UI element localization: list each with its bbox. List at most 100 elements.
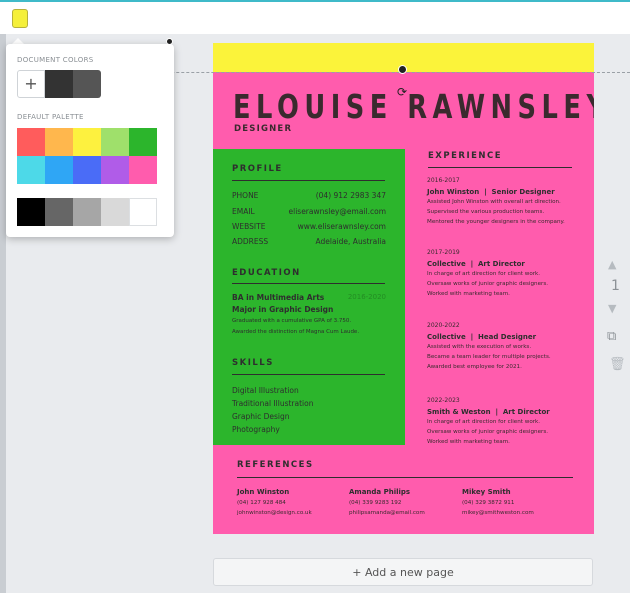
skill-item[interactable]: Photography — [232, 425, 280, 434]
reference-email[interactable]: johnwinston@design.co.uk — [237, 510, 312, 516]
experience-date[interactable]: 2016-2017 — [427, 177, 460, 184]
reference-name[interactable]: John Winston — [237, 488, 289, 496]
skill-item[interactable]: Traditional Illustration — [232, 399, 313, 408]
profile-label[interactable]: ADDRESS — [232, 237, 268, 246]
palette-color-swatch[interactable] — [45, 156, 73, 184]
education-years[interactable]: 2016-2020 — [348, 293, 386, 301]
reference-phone[interactable]: (04) 127 928 484 — [237, 500, 286, 506]
trash-icon[interactable]: 🗑 — [609, 357, 626, 372]
education-major[interactable]: Major in Graphic Design — [232, 305, 333, 314]
resume-page[interactable]: ELOUISE RAWNSLEY DESIGNER PROFILE PHONE … — [213, 43, 594, 534]
experience-title[interactable]: EXPERIENCE — [428, 151, 502, 161]
experience-heading[interactable]: Collective | Head Designer — [427, 333, 536, 341]
skill-item[interactable]: Digital Illustration — [232, 386, 299, 395]
palette-color-swatch[interactable] — [17, 156, 45, 184]
top-toolbar — [0, 0, 630, 34]
skills-title[interactable]: SKILLS — [232, 358, 274, 368]
references-rule — [237, 477, 573, 478]
palette-color-swatch[interactable] — [129, 156, 157, 184]
palette-color-swatch[interactable] — [129, 128, 157, 156]
gray-color-swatch[interactable] — [101, 198, 129, 226]
experience-desc[interactable]: Assisted John Winston with overall art d… — [427, 198, 587, 227]
palette-color-swatch[interactable] — [45, 128, 73, 156]
resume-role[interactable]: DESIGNER — [234, 124, 292, 134]
palette-color-swatch[interactable] — [73, 128, 101, 156]
profile-rule — [232, 180, 385, 181]
experience-role: Art Director — [478, 260, 525, 268]
move-page-up-icon[interactable]: ▲ — [608, 258, 616, 271]
profile-green-panel[interactable]: PROFILE PHONE (04) 912 2983 347 EMAIL el… — [213, 149, 405, 445]
move-page-down-icon[interactable]: ▼ — [608, 302, 616, 315]
experience-company: Collective — [427, 333, 466, 341]
experience-role: Art Director — [502, 408, 550, 416]
experience-desc[interactable]: Assisted with the execution of works. Be… — [427, 343, 587, 372]
experience-desc-line: Worked with marketing team. — [427, 290, 510, 297]
copy-page-icon[interactable]: ⧉ — [607, 329, 616, 344]
profile-label[interactable]: EMAIL — [232, 207, 255, 216]
document-colors-label: DOCUMENT COLORS — [17, 56, 94, 64]
resume-name[interactable]: ELOUISE RAWNSLEY — [233, 87, 594, 126]
profile-label[interactable]: WEBSITE — [232, 222, 265, 231]
experience-desc-line: Worked with marketing team. — [427, 438, 510, 445]
experience-role: Senior Designer — [491, 188, 555, 196]
skills-rule — [232, 374, 385, 375]
palette-color-swatch[interactable] — [101, 156, 129, 184]
profile-label[interactable]: PHONE — [232, 191, 258, 200]
default-palette-label: DEFAULT PALETTE — [17, 113, 84, 121]
skill-item[interactable]: Graphic Design — [232, 412, 290, 421]
education-title[interactable]: EDUCATION — [232, 268, 301, 278]
gray-color-swatch[interactable] — [45, 198, 73, 226]
experience-desc-line: Oversaw works of junior graphic designer… — [427, 280, 549, 287]
experience-desc-line: In charge of art direction for client wo… — [427, 419, 541, 425]
palette-color-swatch[interactable] — [17, 128, 45, 156]
experience-date[interactable]: 2017-2019 — [427, 249, 460, 256]
palette-color-swatch[interactable] — [101, 128, 129, 156]
experience-desc[interactable]: In charge of art direction for client wo… — [427, 270, 587, 299]
experience-desc[interactable]: In charge of art direction for client wo… — [427, 418, 587, 447]
experience-heading[interactable]: Smith & Weston | Art Director — [427, 408, 550, 416]
reference-email[interactable]: mikey@smithweston.com — [462, 510, 534, 516]
profile-value[interactable]: eliserawnsley@email.com — [289, 207, 387, 216]
add-new-page-button[interactable]: + Add a new page — [213, 558, 593, 586]
education-degree[interactable]: BA in Multimedia Arts — [232, 293, 324, 302]
gray-color-swatch[interactable] — [17, 198, 45, 226]
experience-date[interactable]: 2022-2023 — [427, 397, 460, 404]
profile-title[interactable]: PROFILE — [232, 164, 283, 174]
add-document-color-button[interactable]: + — [17, 70, 45, 98]
education-desc[interactable]: Graduated with a cumulative GPA of 3.750… — [232, 318, 351, 324]
experience-desc-line: Supervised the various production teams. — [427, 208, 545, 215]
reference-name[interactable]: Mikey Smith — [462, 488, 511, 496]
experience-company: John Winston — [427, 188, 480, 196]
reference-phone[interactable]: (04) 329 3872 911 — [462, 500, 514, 506]
document-color-swatch[interactable] — [73, 70, 101, 98]
experience-desc-line: Assisted John Winston with overall art d… — [427, 199, 561, 205]
profile-value[interactable]: Adelaide, Australia — [316, 237, 386, 246]
experience-company: Smith & Weston — [427, 408, 491, 416]
experience-date[interactable]: 2020-2022 — [427, 322, 460, 329]
palette-color-swatch[interactable] — [73, 156, 101, 184]
selection-handle[interactable] — [398, 65, 407, 74]
reference-email[interactable]: philipsamanda@email.com — [349, 510, 425, 516]
gray-color-swatch[interactable] — [73, 198, 101, 226]
gray-color-swatch[interactable] — [129, 198, 157, 226]
profile-value[interactable]: www.eliserawnsley.com — [298, 222, 386, 231]
text-color-swatch-button[interactable] — [12, 9, 28, 28]
rotate-handle-icon[interactable]: ⟳ — [397, 85, 407, 99]
experience-desc-line: Mentored the younger designers in the co… — [427, 218, 565, 225]
experience-desc-line: Assisted with the execution of works. — [427, 344, 532, 350]
experience-role: Head Designer — [478, 333, 537, 341]
reference-name[interactable]: Amanda Philips — [349, 488, 410, 496]
experience-desc-line: Awarded best employee for 2021. — [427, 363, 522, 370]
experience-heading[interactable]: John Winston | Senior Designer — [427, 188, 555, 196]
education-desc[interactable]: Awarded the distinction of Magna Cum Lau… — [232, 329, 359, 335]
page-number: 1 — [611, 278, 620, 294]
reference-phone[interactable]: (04) 339 9283 192 — [349, 500, 401, 506]
color-picker-popup: DOCUMENT COLORS + DEFAULT PALETTE — [6, 44, 174, 237]
experience-desc-line: In charge of art direction for client wo… — [427, 271, 541, 277]
experience-heading[interactable]: Collective | Art Director — [427, 260, 525, 268]
document-color-swatch[interactable] — [45, 70, 73, 98]
references-title[interactable]: REFERENCES — [237, 460, 314, 470]
experience-company: Collective — [427, 260, 466, 268]
experience-desc-line: Became a team leader for multiple projec… — [427, 353, 551, 360]
profile-value[interactable]: (04) 912 2983 347 — [316, 191, 386, 200]
